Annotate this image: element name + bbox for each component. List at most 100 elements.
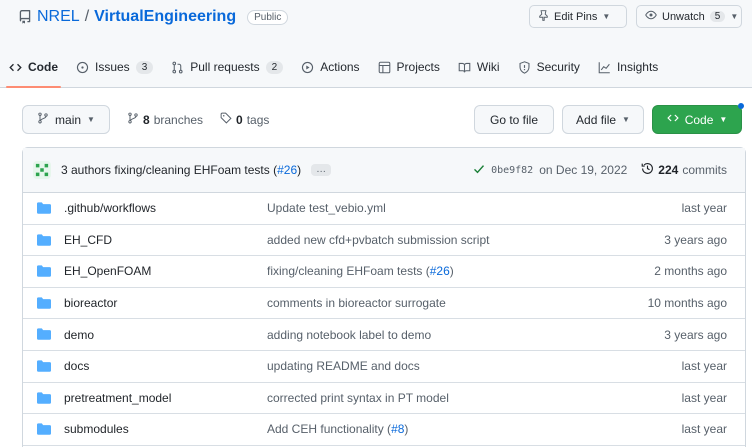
code-icon: [9, 61, 22, 74]
edit-pins-button[interactable]: Edit Pins ▼: [529, 5, 627, 28]
go-to-file-label: Go to file: [489, 112, 539, 127]
folder-icon: [37, 202, 51, 214]
repo-owner-link[interactable]: NREL: [37, 8, 80, 26]
file-commit-message[interactable]: updating README and docs: [267, 359, 420, 373]
branches-count: 8: [143, 112, 150, 127]
play-icon: [301, 61, 314, 74]
file-commit-message[interactable]: Update test_vebio.yml: [267, 201, 386, 215]
branch-toolbar: main ▼ 8 branches 0 tags Go to file Add …: [22, 105, 752, 135]
folder-icon: [37, 328, 51, 341]
branches-link[interactable]: 8 branches: [127, 112, 203, 127]
file-commit-message[interactable]: corrected print syntax in PT model: [267, 391, 449, 405]
file-browser: 3 authors fixing/cleaning EHFoam tests (…: [22, 147, 746, 447]
file-name-link[interactable]: docs: [64, 359, 89, 373]
branch-icon: [37, 112, 49, 127]
tags-count: 0: [236, 112, 243, 127]
unwatch-button[interactable]: Unwatch 5 ▼: [636, 5, 742, 28]
repo-icon: [18, 10, 32, 24]
issues-count: 3: [135, 60, 154, 74]
tab-label: Actions: [320, 60, 360, 74]
code-dropdown-button[interactable]: Code ▼: [652, 105, 742, 134]
file-age: 3 years ago: [664, 327, 727, 342]
message-text: Add CEH functionality (: [267, 422, 392, 437]
tab-pull-requests[interactable]: Pull requests 2: [162, 50, 292, 84]
repo-separator: /: [84, 8, 90, 25]
expand-commit-button[interactable]: …: [311, 164, 332, 176]
commit-pr-link[interactable]: #26: [277, 163, 297, 177]
chevron-down-icon: ▼: [622, 115, 630, 124]
tab-label: Wiki: [476, 60, 500, 74]
tab-projects[interactable]: Projects: [369, 50, 449, 84]
latest-commit-message[interactable]: 3 authors fixing/cleaning EHFoam tests (…: [61, 163, 301, 177]
history-icon: [641, 162, 654, 178]
repo-header: NREL / VirtualEngineering Public Edit Pi…: [0, 0, 752, 88]
commits-history-link[interactable]: 224 commits: [641, 162, 727, 178]
file-row[interactable]: submodules Add CEH functionality (#8) la…: [23, 414, 745, 446]
pr-link[interactable]: #26: [430, 264, 450, 278]
folder-icon: [37, 233, 51, 246]
file-commit-message[interactable]: fixing/cleaning EHFoam tests (#26): [267, 264, 454, 278]
unwatch-label: Unwatch: [662, 10, 705, 23]
file-row[interactable]: pretreatment_model corrected print synta…: [23, 383, 745, 415]
commits-label: commits: [682, 163, 727, 177]
tab-label: Code: [28, 60, 58, 74]
tab-issues[interactable]: Issues 3: [67, 50, 162, 84]
file-age: last year: [681, 390, 727, 405]
branch-icon: [127, 112, 139, 127]
tab-code[interactable]: Code: [0, 50, 67, 88]
pin-icon: [538, 9, 549, 24]
file-row[interactable]: demo adding notebook label to demo 3 yea…: [23, 319, 745, 351]
message-end: ): [449, 264, 454, 279]
file-age: last year: [681, 201, 727, 216]
branch-select-button[interactable]: main ▼: [22, 105, 110, 134]
commit-message-text: 3 authors fixing/cleaning EHFoam tests (: [61, 163, 278, 177]
tab-label: Pull requests: [190, 60, 260, 74]
branches-label: branches: [153, 112, 204, 127]
file-row[interactable]: docs updating README and docs last year: [23, 351, 745, 383]
file-name-link[interactable]: demo: [64, 328, 94, 342]
repo-name-link[interactable]: VirtualEngineering: [94, 8, 236, 26]
file-commit-message[interactable]: comments in bioreactor surrogate: [267, 296, 446, 310]
folder-icon: [37, 360, 51, 372]
file-name-link[interactable]: EH_OpenFOAM: [64, 264, 151, 278]
commit-sha-link[interactable]: 0be9f82: [491, 165, 533, 176]
notification-dot: [738, 103, 744, 109]
branch-name: main: [55, 112, 82, 127]
tags-link[interactable]: 0 tags: [220, 112, 269, 127]
file-commit-message[interactable]: Add CEH functionality (#8): [267, 422, 408, 436]
file-row[interactable]: bioreactor comments in bioreactor surrog…: [23, 288, 745, 320]
file-name-link[interactable]: submodules: [64, 422, 129, 436]
file-commit-message[interactable]: added new cfd+pvbatch submission script: [267, 233, 489, 247]
file-name-link[interactable]: .github/workflows: [64, 201, 156, 215]
file-name-link[interactable]: bioreactor: [64, 296, 117, 310]
folder-icon: [37, 297, 51, 309]
eye-icon: [645, 9, 657, 24]
file-row[interactable]: EH_CFD added new cfd+pvbatch submission …: [23, 225, 745, 257]
go-to-file-button[interactable]: Go to file: [474, 105, 554, 134]
commit-message-end: ): [297, 163, 302, 177]
tab-wiki[interactable]: Wiki: [449, 50, 509, 84]
folder-icon: [37, 265, 51, 277]
shield-icon: [518, 60, 531, 74]
folder-icon: [37, 391, 51, 404]
latest-commit-bar: 3 authors fixing/cleaning EHFoam tests (…: [23, 148, 745, 193]
tab-label: Issues: [95, 60, 130, 74]
tab-actions[interactable]: Actions: [292, 50, 368, 84]
commits-count: 224: [658, 163, 679, 177]
pr-link[interactable]: #8: [391, 422, 404, 436]
pull-requests-count: 2: [265, 60, 284, 74]
chevron-down-icon: ▼: [87, 115, 95, 124]
tab-security[interactable]: Security: [509, 50, 589, 84]
file-row[interactable]: .github/workflows Update test_vebio.yml …: [23, 193, 745, 225]
tab-insights[interactable]: Insights: [589, 50, 667, 84]
file-name-link[interactable]: pretreatment_model: [64, 391, 171, 405]
file-age: 2 months ago: [654, 264, 727, 279]
file-commit-message[interactable]: adding notebook label to demo: [267, 328, 431, 342]
add-file-button[interactable]: Add file ▼: [562, 105, 644, 134]
file-name-link[interactable]: EH_CFD: [64, 233, 112, 247]
issue-icon: [76, 61, 89, 74]
table-icon: [378, 61, 391, 74]
repo-nav-tabs: Code Issues 3 Pull requests 2 Actions Pr…: [0, 50, 667, 88]
tags-label: tags: [246, 112, 270, 127]
file-row[interactable]: EH_OpenFOAM fixing/cleaning EHFoam tests…: [23, 256, 745, 288]
